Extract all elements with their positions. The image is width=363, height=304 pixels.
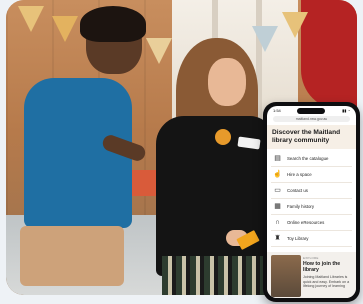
boy-hair [80,6,146,42]
menu-item-online-eresources[interactable]: ∩ Online eResources [271,215,352,232]
menu-item-label: Online eResources [287,220,325,226]
red-accent-panel [301,0,357,110]
page-title: Discover the Maitland library community [267,125,356,150]
toy-icon: ♜ [274,235,281,243]
pendant-necklace [215,129,231,145]
headphones-icon: ∩ [274,219,281,227]
menu-item-label: Contact us [287,188,308,194]
boy-shorts [20,226,124,286]
menu-item-label: Family history [287,204,315,210]
status-time: 1:54 [273,108,281,113]
quick-links-menu: ▤ Search the catalogue ☝ Hire a space ▭ … [271,151,352,248]
bunting-flag [282,12,308,38]
bunting-flag [146,38,172,64]
phone-screen: 1:54 ▮▮ ◔ maitland.nsw.gov.au Discover t… [267,106,356,298]
chat-bubble-icon: ▭ [274,187,281,195]
menu-item-toy-library[interactable]: ♜ Toy Library [271,231,352,248]
feature-thumbnail [271,255,301,297]
woman-face [208,58,246,106]
hero-stage: 1:54 ▮▮ ◔ maitland.nsw.gov.au Discover t… [0,0,363,304]
phone-mockup: 1:54 ▮▮ ◔ maitland.nsw.gov.au Discover t… [263,102,360,302]
book-icon: ▤ [274,155,281,163]
signal-icon: ▮▮ ◔ [342,108,350,113]
feature-title: How to join the library [303,261,341,273]
menu-item-hire-space[interactable]: ☝ Hire a space [271,167,352,184]
patterned-skirt [162,256,268,295]
menu-item-family-history[interactable]: ▦ Family history [271,199,352,216]
menu-item-label: Search the catalogue [287,156,329,162]
feature-body: Joining Maitland Libraries is quick and … [303,275,350,289]
menu-item-contact-us[interactable]: ▭ Contact us [271,183,352,200]
feature-card[interactable]: EXPLORE How to join the library Joining … [267,252,356,298]
menu-item-label: Toy Library [287,236,309,242]
phone-notch [297,108,325,114]
bunting-flag [252,26,278,52]
hand-pointer-icon: ☝ [273,171,282,179]
bunting-flag [52,16,78,42]
menu-item-label: Hire a space [287,172,312,178]
feature-tag: EXPLORE [303,256,319,260]
bunting-flag [18,6,44,32]
menu-item-search-catalogue[interactable]: ▤ Search the catalogue [271,151,352,168]
url-bar[interactable]: maitland.nsw.gov.au [273,116,350,122]
document-icon: ▦ [274,203,281,211]
